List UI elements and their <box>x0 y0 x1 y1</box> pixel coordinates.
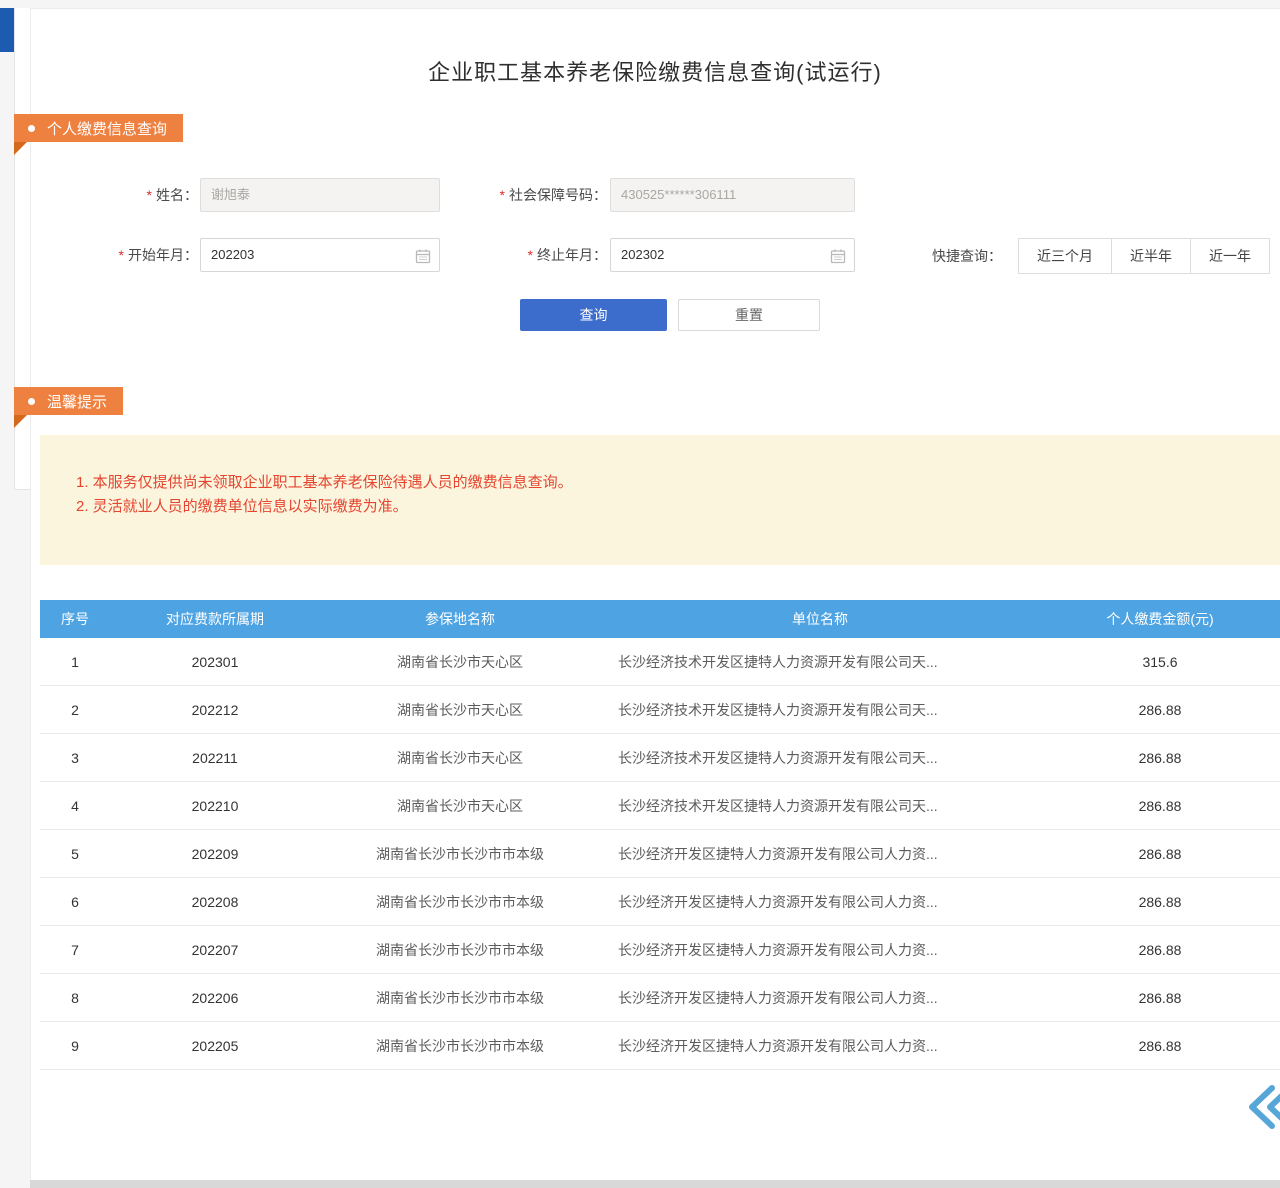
table-row: 1202301湖南省长沙市天心区长沙经济技术开发区捷特人力资源开发有限公司天..… <box>40 638 1280 686</box>
notice-box: 1. 本服务仅提供尚未领取企业职工基本养老保险待遇人员的缴费信息查询。 2. 灵… <box>40 435 1280 565</box>
quick-range-button-0[interactable]: 近三个月 <box>1018 238 1112 274</box>
table-cell: 7 <box>40 942 110 958</box>
table-cell: 286.88 <box>1040 990 1280 1006</box>
reset-button[interactable]: 重置 <box>678 299 820 331</box>
table-cell: 湖南省长沙市长沙市市本级 <box>320 892 600 912</box>
page: 企业职工基本养老保险缴费信息查询(试运行) 个人缴费信息查询 *姓名： 谢旭泰 … <box>0 0 1280 1188</box>
ssn-field: 430525******306111 <box>610 178 855 212</box>
table-cell: 202210 <box>110 798 320 814</box>
section-badge-query: 个人缴费信息查询 <box>14 114 183 142</box>
required-asterisk: * <box>528 247 533 263</box>
required-asterisk: * <box>147 187 152 203</box>
table-cell: 202301 <box>110 654 320 670</box>
table-cell: 286.88 <box>1040 846 1280 862</box>
calendar-icon[interactable] <box>830 248 846 264</box>
table-cell: 9 <box>40 1038 110 1054</box>
bullet-dot-icon <box>28 125 35 132</box>
table-cell: 长沙经济开发区捷特人力资源开发有限公司人力资... <box>600 844 1040 864</box>
table-cell: 湖南省长沙市天心区 <box>320 796 600 816</box>
badge-fold-decoration <box>14 415 27 428</box>
table-cell: 长沙经济开发区捷特人力资源开发有限公司人力资... <box>600 1036 1040 1056</box>
table-header-cell: 单位名称 <box>600 609 1040 629</box>
table-cell: 湖南省长沙市天心区 <box>320 700 600 720</box>
table-cell: 8 <box>40 990 110 1006</box>
table-row: 5202209湖南省长沙市长沙市市本级长沙经济开发区捷特人力资源开发有限公司人力… <box>40 830 1280 878</box>
section-badge-tips: 温馨提示 <box>14 387 123 415</box>
left-nav-tab[interactable] <box>0 8 14 52</box>
table-row: 6202208湖南省长沙市长沙市市本级长沙经济开发区捷特人力资源开发有限公司人力… <box>40 878 1280 926</box>
table-cell: 202208 <box>110 894 320 910</box>
table-cell: 湖南省长沙市长沙市市本级 <box>320 988 600 1008</box>
table-cell: 286.88 <box>1040 1038 1280 1054</box>
table-header-row: 序号对应费款所属期参保地名称单位名称个人缴费金额(元) <box>40 600 1280 638</box>
table-row: 3202211湖南省长沙市天心区长沙经济技术开发区捷特人力资源开发有限公司天..… <box>40 734 1280 782</box>
table-cell: 202206 <box>110 990 320 1006</box>
table-cell: 湖南省长沙市天心区 <box>320 652 600 672</box>
start-date-input[interactable]: 202203 <box>200 238 440 272</box>
table-cell: 4 <box>40 798 110 814</box>
table-cell: 长沙经济开发区捷特人力资源开发有限公司人力资... <box>600 988 1040 1008</box>
table-cell: 202205 <box>110 1038 320 1054</box>
quick-range-button-1[interactable]: 近半年 <box>1111 238 1191 274</box>
section-badge-query-label: 个人缴费信息查询 <box>47 118 167 139</box>
end-date-label: *终止年月： <box>450 238 607 272</box>
table-cell: 湖南省长沙市长沙市市本级 <box>320 1036 600 1056</box>
start-date-label: *开始年月： <box>60 238 198 272</box>
name-label: *姓名： <box>60 178 198 212</box>
quick-range-button-2[interactable]: 近一年 <box>1190 238 1270 274</box>
table-cell: 湖南省长沙市天心区 <box>320 748 600 768</box>
table-cell: 202211 <box>110 750 320 766</box>
ssn-label: *社会保障号码： <box>450 178 607 212</box>
table-cell: 286.88 <box>1040 894 1280 910</box>
table-cell: 5 <box>40 846 110 862</box>
table-cell: 3 <box>40 750 110 766</box>
table-cell: 湖南省长沙市长沙市市本级 <box>320 940 600 960</box>
end-date-input[interactable]: 202302 <box>610 238 855 272</box>
table-cell: 286.88 <box>1040 702 1280 718</box>
calendar-icon[interactable] <box>415 248 431 264</box>
table-cell: 286.88 <box>1040 942 1280 958</box>
table-cell: 202207 <box>110 942 320 958</box>
table-cell: 长沙经济技术开发区捷特人力资源开发有限公司天... <box>600 700 1040 720</box>
table-cell: 6 <box>40 894 110 910</box>
results-table: 序号对应费款所属期参保地名称单位名称个人缴费金额(元) 1202301湖南省长沙… <box>40 600 1280 1070</box>
quick-query-group: 近三个月近半年近一年 <box>1018 238 1270 274</box>
table-row: 2202212湖南省长沙市天心区长沙经济技术开发区捷特人力资源开发有限公司天..… <box>40 686 1280 734</box>
table-cell: 202212 <box>110 702 320 718</box>
bottom-scrollbar-strip[interactable] <box>30 1180 1280 1188</box>
required-asterisk: * <box>119 247 124 263</box>
table-row: 7202207湖南省长沙市长沙市市本级长沙经济开发区捷特人力资源开发有限公司人力… <box>40 926 1280 974</box>
table-body: 1202301湖南省长沙市天心区长沙经济技术开发区捷特人力资源开发有限公司天..… <box>40 638 1280 1070</box>
table-header-cell: 个人缴费金额(元) <box>1040 609 1280 629</box>
table-row: 8202206湖南省长沙市长沙市市本级长沙经济开发区捷特人力资源开发有限公司人力… <box>40 974 1280 1022</box>
table-cell: 286.88 <box>1040 750 1280 766</box>
query-button[interactable]: 查询 <box>520 299 667 331</box>
double-left-chevron-icon[interactable] <box>1248 1082 1280 1132</box>
table-header-cell: 序号 <box>40 609 110 629</box>
table-cell: 长沙经济开发区捷特人力资源开发有限公司人力资... <box>600 940 1040 960</box>
notice-line: 1. 本服务仅提供尚未领取企业职工基本养老保险待遇人员的缴费信息查询。 <box>76 471 573 492</box>
quick-query-label: 快捷查询： <box>932 238 1002 274</box>
table-header-cell: 对应费款所属期 <box>110 609 320 629</box>
table-cell: 长沙经济技术开发区捷特人力资源开发有限公司天... <box>600 748 1040 768</box>
bullet-dot-icon <box>28 398 35 405</box>
table-cell: 315.6 <box>1040 654 1280 670</box>
table-cell: 286.88 <box>1040 798 1280 814</box>
table-cell: 2 <box>40 702 110 718</box>
table-row: 9202205湖南省长沙市长沙市市本级长沙经济开发区捷特人力资源开发有限公司人力… <box>40 1022 1280 1070</box>
badge-fold-decoration <box>14 142 27 155</box>
notice-line: 2. 灵活就业人员的缴费单位信息以实际缴费为准。 <box>76 495 408 516</box>
table-header-cell: 参保地名称 <box>320 609 600 629</box>
page-title: 企业职工基本养老保险缴费信息查询(试运行) <box>30 55 1280 87</box>
required-asterisk: * <box>500 187 505 203</box>
table-cell: 长沙经济技术开发区捷特人力资源开发有限公司天... <box>600 652 1040 672</box>
section-badge-tips-label: 温馨提示 <box>47 391 107 412</box>
table-cell: 长沙经济技术开发区捷特人力资源开发有限公司天... <box>600 796 1040 816</box>
table-row: 4202210湖南省长沙市天心区长沙经济技术开发区捷特人力资源开发有限公司天..… <box>40 782 1280 830</box>
name-field: 谢旭泰 <box>200 178 440 212</box>
table-cell: 202209 <box>110 846 320 862</box>
table-cell: 1 <box>40 654 110 670</box>
table-cell: 长沙经济开发区捷特人力资源开发有限公司人力资... <box>600 892 1040 912</box>
table-cell: 湖南省长沙市长沙市市本级 <box>320 844 600 864</box>
